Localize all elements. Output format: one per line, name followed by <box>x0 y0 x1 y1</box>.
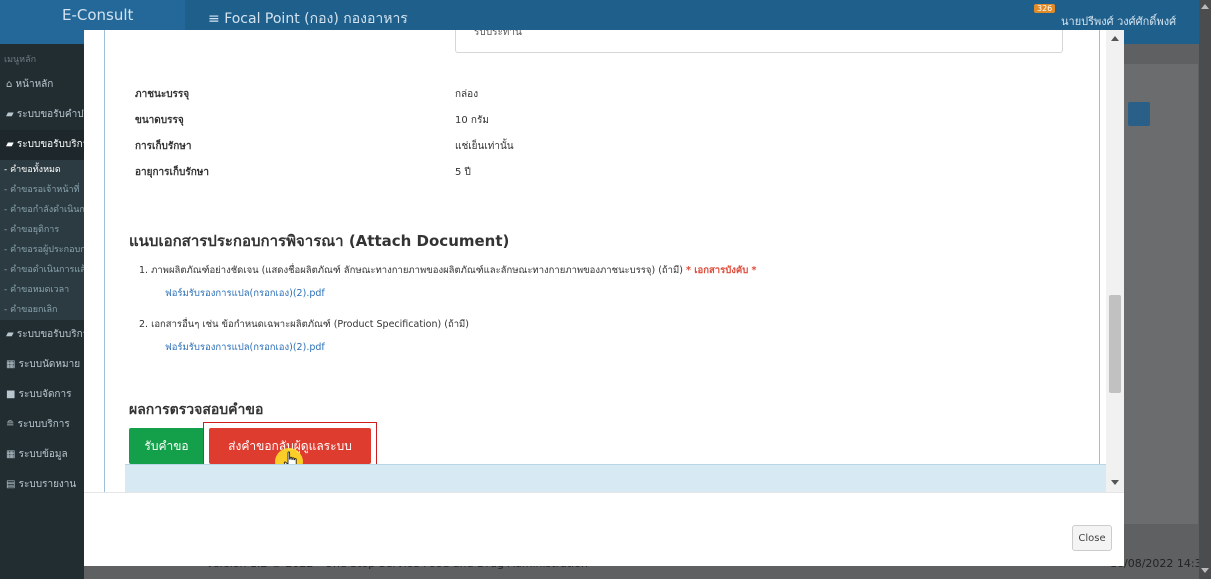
focal-point-title: ≡ Focal Point (กอง) กองอาหาร <box>208 11 408 27</box>
background-button[interactable] <box>1128 102 1150 126</box>
detail-value: 10 กรัม <box>455 115 489 126</box>
calendar-icon: ▦ <box>6 449 16 460</box>
book-icon: ▰ <box>6 139 14 150</box>
footer-datetime: 10/08/2022 14:33:47 <box>1110 557 1211 570</box>
detail-value: 5 ปี <box>455 167 471 178</box>
usage-field: รับประทาน <box>455 30 1063 53</box>
sidebar-subitem[interactable]: - คำขอทั้งหมด <box>0 160 84 180</box>
page-scrollbar[interactable] <box>1199 0 1211 579</box>
book-icon: ▰ <box>6 109 14 120</box>
info-bar <box>125 464 1121 492</box>
sidebar-subitem[interactable]: - คำขอรอผู้ประกอบการ <box>0 240 84 260</box>
document-icon: ▤ <box>6 479 16 490</box>
sidebar-subitem[interactable]: - คำขอดำเนินการแล้ว <box>0 260 84 280</box>
detail-value: แช่เย็นเท่านั้น <box>455 141 514 152</box>
modal-footer: Close <box>84 492 1124 566</box>
scroll-up-arrow-icon[interactable] <box>1201 4 1209 9</box>
sidebar-item-lower[interactable]: ▤ ระบบรายงาน <box>0 470 84 500</box>
attach-document-title: แนบเอกสารประกอบการพิจารณา (Attach Docume… <box>129 232 510 250</box>
book-icon: ▰ <box>6 329 14 340</box>
detail-label: ภาชนะบรรจุ <box>135 89 190 100</box>
sidebar-item-lower[interactable]: ≘ ระบบบริการ <box>0 410 84 440</box>
sidebar-subitem[interactable]: - คำขอยกเลิก <box>0 300 84 320</box>
sidebar-subitem[interactable]: - คำขอหมดเวลา <box>0 280 84 300</box>
sidebar-item-lower[interactable]: ■ ระบบจัดการ <box>0 380 84 410</box>
sidebar-subitem[interactable]: - คำขอกำลังดำเนินการ <box>0 200 84 220</box>
user-name[interactable]: นายปรีพงศ์ วงศ์ศักดิ์พงศ์ <box>1061 12 1176 30</box>
calendar-icon: ▦ <box>6 359 16 370</box>
detail-label: ขนาดบรรจุ <box>135 115 184 126</box>
scroll-down-arrow-icon[interactable] <box>1201 568 1209 573</box>
detail-value: กล่อง <box>455 89 479 100</box>
document-link-1[interactable]: ฟอร์มรับรองการแปล(กรอกเอง)(2).pdf <box>165 286 325 301</box>
modal-body: รับประทาน ภาชนะบรรจุ กล่อง ขนาดบรรจุ 10 … <box>84 30 1124 492</box>
accept-request-button[interactable]: รับคำขอ <box>129 428 204 464</box>
scroll-down-arrow-icon[interactable] <box>1111 480 1119 485</box>
scrollbar-thumb[interactable] <box>1109 295 1121 393</box>
home-icon: ⌂ <box>6 79 13 90</box>
notification-badge[interactable]: 326 <box>1034 4 1056 13</box>
detail-label: การเก็บรักษา <box>135 141 192 152</box>
video-icon: ■ <box>6 389 16 400</box>
required-note: * เอกสารบังคับ * <box>685 265 757 276</box>
sidebar-subitem[interactable]: - คำขอยุติการ <box>0 220 84 240</box>
modal-dialog: รับประทาน ภาชนะบรรจุ กล่อง ขนาดบรรจุ 10 … <box>84 30 1124 566</box>
sidebar-item-consult[interactable]: ▰ ระบบขอรับคำปรึกษา <box>0 100 84 130</box>
sidebar-item-home[interactable]: ⌂ หน้าหลัก <box>0 70 84 100</box>
result-title: ผลการตรวจสอบคำขอ <box>129 402 264 418</box>
modal-scrollbar[interactable] <box>1106 30 1124 492</box>
sidebar-item-lower[interactable]: ▦ ระบบข้อมูล <box>0 440 84 470</box>
sidebar-item-lower[interactable]: ▦ ระบบนัดหมาย <box>0 350 84 380</box>
bank-icon: ≘ <box>6 419 15 430</box>
document-item-2: 2. เอกสารอื่นๆ เช่น ข้อกำหนดเฉพาะผลิตภัณ… <box>139 319 469 330</box>
close-button[interactable]: Close <box>1072 525 1112 551</box>
sidebar: เมนูหลัก ⌂ หน้าหลัก ▰ ระบบขอรับคำปรึกษา … <box>0 44 84 579</box>
sidebar-item-lower[interactable]: ▰ ระบบขอรับบริการ <box>0 320 84 350</box>
request-detail-card: รับประทาน ภาชนะบรรจุ กล่อง ขนาดบรรจุ 10 … <box>104 30 1121 492</box>
detail-label: อายุการเก็บรักษา <box>135 167 209 178</box>
sidebar-header: เมนูหลัก <box>4 55 37 65</box>
sidebar-item-service[interactable]: ▰ ระบบขอรับบริการ <box>0 130 84 160</box>
sidebar-subitem[interactable]: - คำขอรอเจ้าหน้าที่ <box>0 180 84 200</box>
scroll-up-arrow-icon[interactable] <box>1111 36 1119 41</box>
document-link-2[interactable]: ฟอร์มรับรองการแปล(กรอกเอง)(2).pdf <box>165 340 325 355</box>
document-item-1: 1. ภาพผลิตภัณฑ์อย่างชัดเจน (แสดงชื่อผลิต… <box>139 265 757 276</box>
